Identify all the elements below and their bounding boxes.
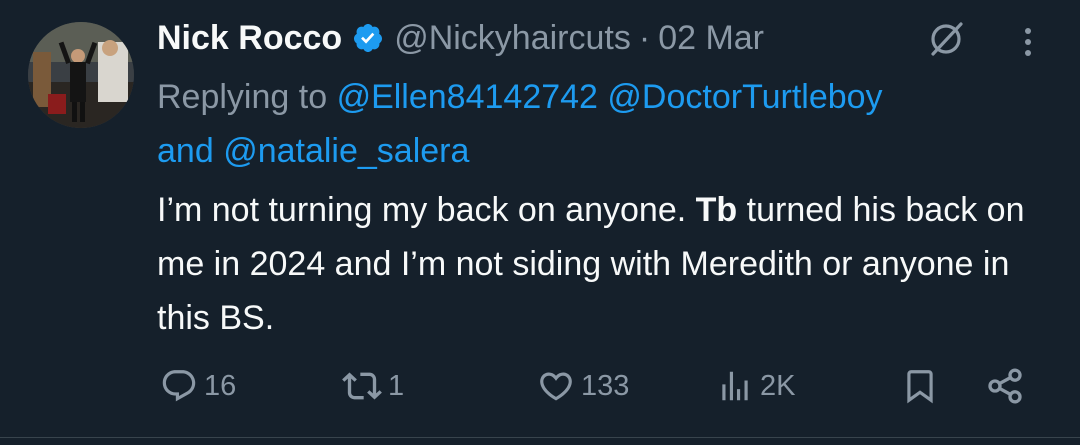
like-count: 133 — [581, 369, 630, 402]
like-button[interactable]: 133 — [537, 360, 629, 412]
mention-link[interactable]: @DoctorTurtleboy — [607, 78, 882, 116]
grok-icon[interactable] — [927, 20, 965, 58]
display-name[interactable]: Nick Rocco — [157, 19, 342, 58]
tweet-text: I’m not turning my back on anyone. Tb tu… — [157, 183, 1067, 345]
replying-to-label: Replying to — [157, 78, 328, 116]
reply-button[interactable]: 16 — [160, 360, 236, 412]
bookmark-button[interactable] — [901, 360, 939, 412]
more-vertical-icon[interactable] — [1018, 22, 1038, 62]
mention-joiner[interactable]: and — [157, 132, 214, 170]
handle[interactable]: @Nickyhaircuts — [394, 19, 631, 58]
tweet-text-bold: Tb — [695, 191, 738, 229]
reply-count: 16 — [204, 369, 237, 402]
tweet-text-part: I’m not turning my back on anyone. — [157, 191, 687, 229]
share-icon — [985, 366, 1025, 406]
reply-icon — [160, 367, 198, 405]
views-icon — [716, 367, 754, 405]
mention-link[interactable]: @Ellen84142742 — [337, 78, 598, 116]
heart-icon — [537, 367, 575, 405]
views-button[interactable]: 2K — [716, 360, 795, 412]
repost-count: 1 — [388, 369, 405, 402]
tweet[interactable]: Nick Rocco @Nickyhaircuts · 02 Mar Reply… — [0, 0, 1080, 445]
bookmark-icon — [901, 367, 939, 405]
avatar[interactable] — [28, 22, 134, 128]
share-button[interactable] — [985, 360, 1025, 412]
mention-link[interactable]: @natalie_salera — [223, 132, 469, 170]
action-bar: 16 1 133 2K — [0, 360, 1080, 412]
repost-button[interactable]: 1 — [342, 360, 404, 412]
verified-badge-icon — [352, 22, 384, 54]
separator-dot: · — [638, 18, 651, 57]
repost-icon — [342, 366, 382, 406]
divider — [0, 437, 1080, 438]
tweet-header: Nick Rocco @Nickyhaircuts · 02 Mar — [157, 14, 764, 62]
tweet-date[interactable]: 02 Mar — [658, 19, 764, 58]
views-count: 2K — [760, 369, 796, 402]
replying-to: Replying to @Ellen84142742 @DoctorTurtle… — [157, 70, 1057, 178]
